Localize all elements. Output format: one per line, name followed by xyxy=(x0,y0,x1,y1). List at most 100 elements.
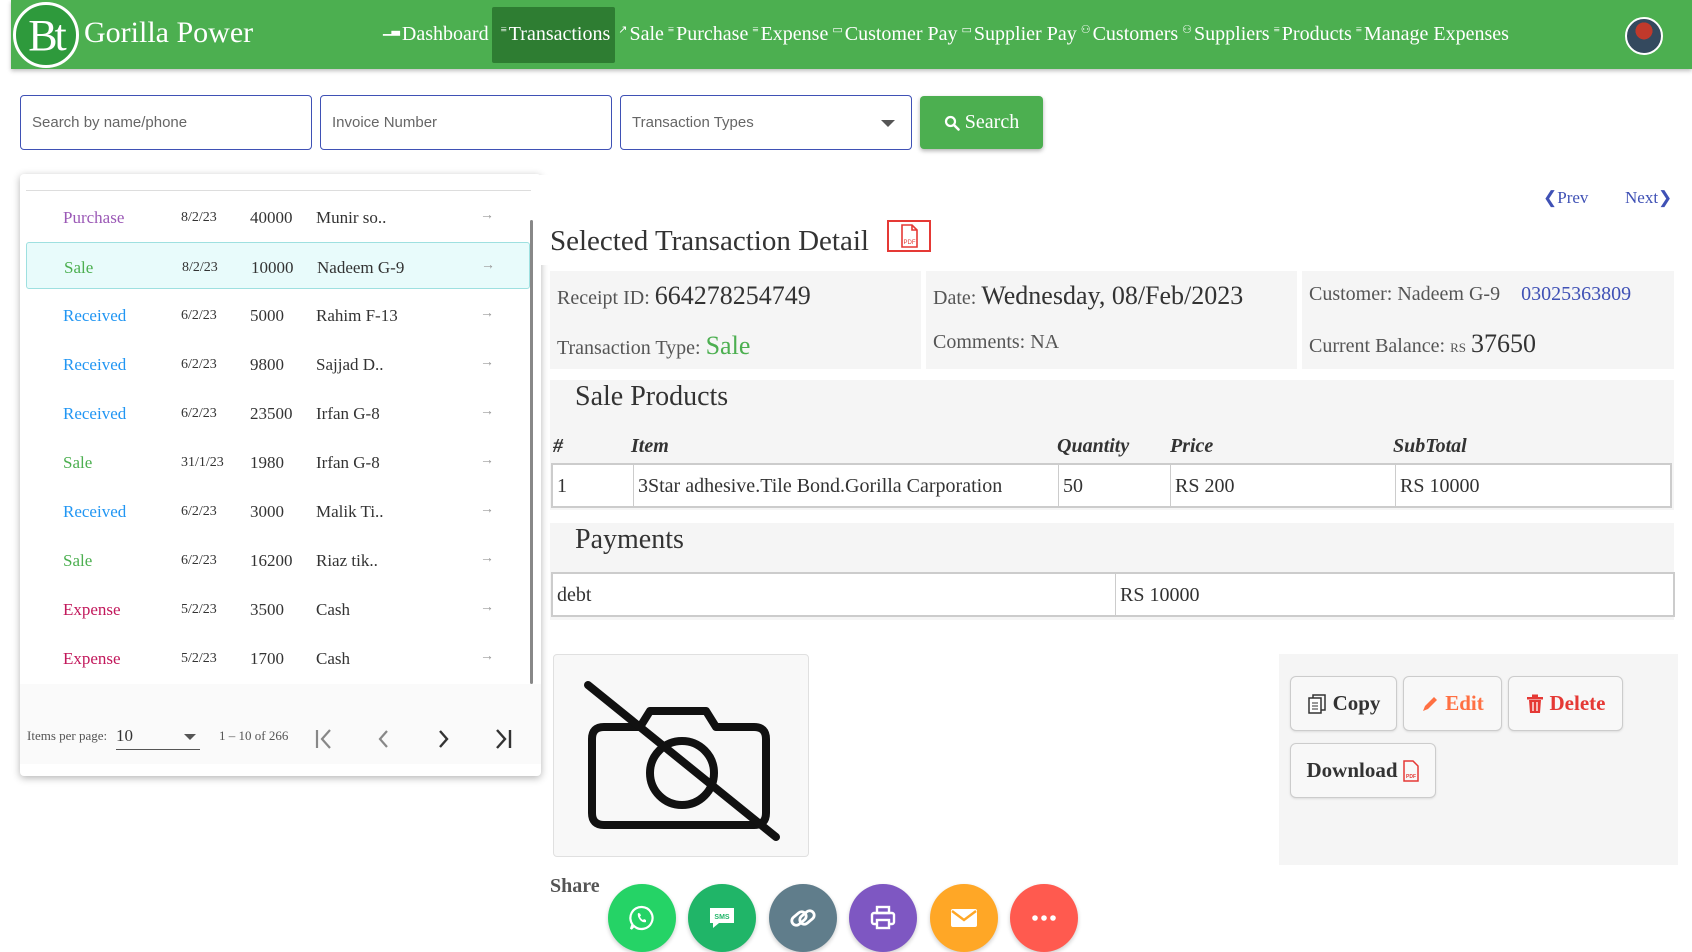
items-per-page-select[interactable]: 10 xyxy=(116,720,200,750)
next-transaction-link[interactable]: Next❯ xyxy=(1625,188,1672,208)
search-name-field[interactable] xyxy=(20,95,312,150)
transaction-row[interactable]: Received 6/2/23 5000 Rahim F-13 → xyxy=(26,291,530,338)
first-page-button[interactable] xyxy=(309,724,339,754)
prev-page-button[interactable] xyxy=(369,724,399,754)
transaction-party: Irfan G-8 xyxy=(316,453,380,472)
download-button[interactable]: Download PDF xyxy=(1290,743,1436,798)
copy-button[interactable]: Copy xyxy=(1290,676,1397,731)
search-name-input[interactable] xyxy=(32,114,300,131)
transaction-row[interactable]: Received 6/2/23 23500 Irfan G-8 → xyxy=(26,389,530,436)
balance-value: 37650 xyxy=(1470,329,1536,358)
transaction-amount: 1980 xyxy=(250,453,284,472)
transaction-date: 31/1/23 xyxy=(181,455,224,470)
list-icon: ≡ xyxy=(1355,23,1363,36)
nav-sale[interactable]: ↗ Sale xyxy=(616,7,666,63)
share-more-button[interactable] xyxy=(1010,884,1078,952)
arrow-right-icon: → xyxy=(480,208,494,223)
product-quantity: 50 xyxy=(1059,465,1171,506)
chart-icon: ▁▃ xyxy=(383,24,400,36)
invoice-number-input[interactable] xyxy=(332,114,600,131)
product-price: RS 200 xyxy=(1171,465,1396,506)
nav-dashboard[interactable]: ▁▃ Dashboard xyxy=(381,7,491,63)
search-button[interactable]: Search xyxy=(920,96,1043,149)
transaction-date: 8/2/23 xyxy=(181,210,217,225)
transaction-date: 6/2/23 xyxy=(181,357,217,372)
share-link-button[interactable] xyxy=(769,884,837,952)
paginator: Items per page: 10 1 – 10 of 266 xyxy=(20,684,541,764)
nav-manage-expenses[interactable]: ≡ Manage Expenses xyxy=(1354,7,1511,63)
transaction-row[interactable]: Sale 31/1/23 1980 Irfan G-8 → xyxy=(26,438,530,485)
nav-suppliers[interactable]: ⚇ Suppliers xyxy=(1180,7,1271,63)
first-page-icon xyxy=(315,729,331,749)
transaction-type: Received xyxy=(63,355,127,374)
share-whatsapp-button[interactable] xyxy=(608,884,676,952)
transaction-row[interactable]: Sale 6/2/23 16200 Riaz tik.. → xyxy=(26,536,530,583)
chevron-down-icon xyxy=(881,120,895,127)
transaction-row[interactable]: Purchase 8/2/23 40000 Munir so.. → xyxy=(26,193,530,240)
app-logo[interactable]: Bt xyxy=(13,2,79,68)
nav-products[interactable]: ≡ Products xyxy=(1272,7,1354,63)
pdf-icon[interactable]: PDF xyxy=(887,220,931,252)
transaction-type-select[interactable]: Transaction Types xyxy=(620,95,912,150)
edit-button[interactable]: Edit xyxy=(1403,676,1502,731)
arrow-right-icon: → xyxy=(480,453,494,468)
delete-label: Delete xyxy=(1549,691,1606,715)
card-icon: ▭ xyxy=(832,24,843,36)
transaction-party: Nadeem G-9 xyxy=(317,258,405,277)
prev-transaction-link[interactable]: ❮Prev xyxy=(1543,188,1588,208)
product-subtotal: RS 10000 xyxy=(1400,475,1480,497)
nav-expense[interactable]: ≡ Expense xyxy=(750,7,830,63)
nav-purchase[interactable]: ≡ Purchase xyxy=(666,7,750,63)
next-page-button[interactable] xyxy=(428,724,458,754)
list-icon: ≡ xyxy=(667,23,675,36)
transaction-amount: 9800 xyxy=(250,355,284,374)
product-item: 3Star adhesive.Tile Bond.Gorilla Carpora… xyxy=(634,465,1059,506)
edit-label: Edit xyxy=(1445,691,1484,715)
chevron-left-icon xyxy=(378,730,388,748)
delete-button[interactable]: Delete xyxy=(1508,676,1623,731)
user-avatar[interactable] xyxy=(1625,17,1663,55)
transaction-type-label: Transaction Type: xyxy=(557,337,701,359)
nav-supplier-pay[interactable]: ▭ Supplier Pay xyxy=(960,7,1079,63)
last-page-icon xyxy=(496,729,512,749)
pdf-file-icon: PDF xyxy=(901,224,918,248)
transaction-row[interactable]: Expense 5/2/23 1700 Cash → xyxy=(26,634,530,681)
share-email-button[interactable] xyxy=(930,884,998,952)
customer-label: Customer: xyxy=(1309,283,1393,305)
transaction-row-selected[interactable]: Sale 8/2/23 10000 Nadeem G-9 → xyxy=(26,242,530,289)
transaction-row[interactable]: Received 6/2/23 3000 Malik Ti.. → xyxy=(26,487,530,534)
nav-transactions[interactable]: ≡ Transactions xyxy=(491,6,616,63)
transaction-party: Irfan G-8 xyxy=(316,404,380,423)
col-header-item: Item xyxy=(631,435,669,457)
last-page-button[interactable] xyxy=(488,724,518,754)
nav-customer-pay[interactable]: ▭ Customer Pay xyxy=(830,7,959,63)
invoice-number-field[interactable] xyxy=(320,95,612,150)
transaction-type-value: Sale xyxy=(705,331,751,360)
transaction-date: 8/2/23 xyxy=(182,260,218,275)
transaction-row[interactable]: Received 6/2/23 9800 Sajjad D.. → xyxy=(26,340,530,387)
customer-phone[interactable]: 03025363809 xyxy=(1521,283,1631,305)
col-header-num: # xyxy=(553,435,563,457)
main-nav: ▁▃ Dashboard ≡ Transactions ↗ Sale ≡ Purchas… xyxy=(381,0,1511,69)
share-sms-button[interactable]: SMS xyxy=(688,884,756,952)
top-navbar: Bt Gorilla Power ▁▃ Dashboard ≡ Transactio… xyxy=(11,0,1692,69)
balance-line: Current Balance: RS 37650 xyxy=(1309,329,1536,359)
date-line: Date: Wednesday, 08/Feb/2023 xyxy=(933,281,1243,311)
comments-value: NA xyxy=(1030,331,1060,353)
transaction-row[interactable]: Expense 5/2/23 3500 Cash → xyxy=(26,585,530,632)
brand-name[interactable]: Gorilla Power xyxy=(84,16,253,50)
arrow-right-icon: → xyxy=(480,355,494,370)
col-header-price: Price xyxy=(1170,435,1214,457)
list-scrollbar[interactable] xyxy=(530,220,533,684)
transaction-date: 6/2/23 xyxy=(181,553,217,568)
transaction-type: Sale xyxy=(64,258,94,277)
col-header-subtotal: SubTotal xyxy=(1393,435,1467,457)
transaction-amount: 10000 xyxy=(251,258,294,277)
share-print-button[interactable] xyxy=(849,884,917,952)
transaction-amount: 23500 xyxy=(250,404,293,423)
transaction-type: Purchase xyxy=(63,208,125,227)
copy-icon xyxy=(1307,693,1326,714)
transaction-type: Received xyxy=(63,306,127,325)
nav-customers[interactable]: ⚇ Customers xyxy=(1079,7,1180,63)
receipt-image-box[interactable] xyxy=(553,654,809,857)
